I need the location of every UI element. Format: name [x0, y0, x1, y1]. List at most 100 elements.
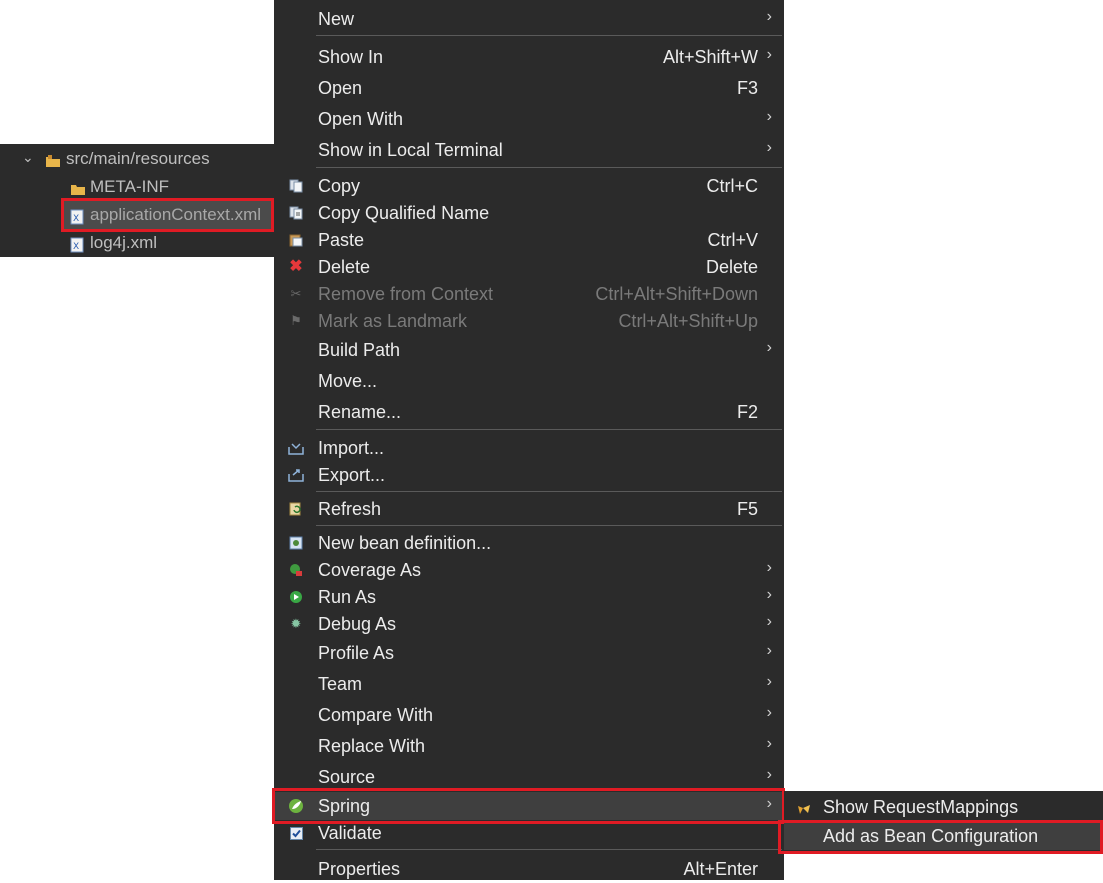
menu-item-accelerator: Alt+Shift+W [662, 47, 758, 67]
annotation-box-add-bean-config [778, 820, 1103, 854]
menu-item-accelerator: Ctrl+Alt+Shift+Up [618, 311, 758, 331]
menu-item-open[interactable]: Open F3 [274, 74, 784, 102]
menu-item-move[interactable]: Move... [274, 367, 784, 395]
menu-item-label: Open [318, 78, 363, 98]
folder-icon [70, 179, 85, 195]
chevron-right-icon: › [766, 46, 772, 63]
run-icon [288, 589, 304, 605]
menu-item-label: Mark as Landmark [318, 311, 468, 331]
menu-item-label: Import... [318, 438, 385, 458]
xml-file-icon: X [70, 235, 84, 253]
menu-item-label: Compare With [318, 705, 434, 725]
menu-item-accelerator: Ctrl+C [706, 176, 758, 196]
tree-item-meta-inf[interactable]: META-INF [0, 174, 274, 200]
chevron-right-icon: › [766, 613, 772, 630]
menu-item-coverage-as[interactable]: Coverage As › [274, 556, 784, 584]
copy-qualified-name-icon [288, 205, 304, 221]
refresh-icon [288, 501, 304, 517]
delete-icon: ✖ [289, 258, 303, 275]
chevron-right-icon: › [766, 586, 772, 603]
menu-item-label: Copy Qualified Name [318, 203, 490, 223]
menu-item-import[interactable]: Import... [274, 434, 784, 462]
annotation-box-selected-file [61, 198, 274, 232]
menu-item-compare-with[interactable]: Compare With › [274, 701, 784, 729]
menu-item-source[interactable]: Source › [274, 763, 784, 791]
validate-icon [288, 825, 304, 841]
menu-item-show-in-local-terminal[interactable]: Show in Local Terminal › [274, 136, 784, 164]
menu-separator [316, 429, 782, 430]
menu-item-accelerator: F2 [736, 402, 758, 422]
chevron-down-icon[interactable]: ⌄ [22, 144, 34, 170]
copy-icon [288, 178, 304, 194]
menu-item-team[interactable]: Team › [274, 670, 784, 698]
context-menu: New › Show In Alt+Shift+W › Open F3 Open Wit… [274, 0, 784, 880]
menu-item-accelerator: Ctrl+V [707, 230, 758, 250]
paste-icon [288, 232, 304, 248]
menu-item-new-bean-definition[interactable]: New bean definition... [274, 529, 784, 557]
menu-item-accelerator: Alt+Enter [683, 859, 758, 879]
menu-item-label: Refresh [318, 499, 382, 519]
menu-item-label: Paste [318, 230, 365, 250]
chevron-right-icon: › [766, 108, 772, 125]
submenu-item-show-requestmappings[interactable]: Show RequestMappings [784, 793, 1103, 821]
tree-item-label: log4j.xml [90, 233, 158, 252]
import-icon [288, 440, 304, 456]
chevron-right-icon: › [766, 8, 772, 25]
menu-item-label: New bean definition... [318, 533, 492, 553]
bean-definition-icon [288, 535, 304, 551]
tree-item-src-main-resources[interactable]: ⌄ src/main/resources [0, 146, 274, 172]
menu-item-rename[interactable]: Rename... F2 [274, 398, 784, 426]
menu-item-label: New [318, 9, 355, 29]
coverage-icon [288, 562, 304, 578]
package-folder-icon [45, 151, 60, 167]
chevron-right-icon: › [766, 339, 772, 356]
menu-item-copy[interactable]: Copy Ctrl+C [274, 172, 784, 200]
menu-item-label: Delete [318, 257, 371, 277]
menu-item-label: Show in Local Terminal [318, 140, 503, 160]
menu-item-label: Rename... [318, 402, 402, 422]
menu-item-label: Export... [318, 465, 386, 485]
menu-item-copy-qualified-name[interactable]: Copy Qualified Name [274, 199, 784, 227]
menu-item-run-as[interactable]: Run As › [274, 583, 784, 611]
menu-item-export[interactable]: Export... [274, 461, 784, 489]
menu-item-paste[interactable]: Paste Ctrl+V [274, 226, 784, 254]
menu-item-label: Profile As [318, 643, 395, 663]
menu-separator [316, 849, 782, 850]
chevron-right-icon: › [766, 735, 772, 752]
menu-item-delete[interactable]: ✖ Delete Delete [274, 253, 784, 281]
debug-icon: ✹ [290, 616, 302, 631]
chevron-right-icon: › [766, 673, 772, 690]
menu-item-label: Run As [318, 587, 377, 607]
menu-item-label: Copy [318, 176, 361, 196]
menu-item-profile-as[interactable]: Profile As › [274, 639, 784, 667]
menu-item-accelerator: F5 [736, 499, 758, 519]
menu-item-show-in[interactable]: Show In Alt+Shift+W › [274, 43, 784, 71]
landmark-icon: ⚑ [290, 313, 302, 328]
menu-item-accelerator: Delete [705, 257, 758, 277]
menu-item-label: Move... [318, 371, 378, 391]
menu-item-properties[interactable]: Properties Alt+Enter [274, 855, 784, 883]
menu-separator [316, 525, 782, 526]
annotation-box-spring [272, 788, 785, 824]
chevron-right-icon: › [766, 704, 772, 721]
menu-item-debug-as[interactable]: ✹ Debug As › [274, 610, 784, 638]
menu-item-refresh[interactable]: Refresh F5 [274, 495, 784, 523]
menu-item-label: Coverage As [318, 560, 422, 580]
menu-item-label: Properties [318, 859, 401, 879]
menu-item-label: Team [318, 674, 363, 694]
menu-item-build-path[interactable]: Build Path › [274, 336, 784, 364]
chevron-right-icon: › [766, 559, 772, 576]
menu-item-remove-from-context: ✂ Remove from Context Ctrl+Alt+Shift+Down [274, 280, 784, 308]
tree-item-label: src/main/resources [66, 149, 210, 168]
tree-item-log4j-xml[interactable]: X log4j.xml [0, 230, 274, 256]
menu-item-accelerator: F3 [736, 78, 758, 98]
svg-text:X: X [73, 242, 79, 252]
menu-item-replace-with[interactable]: Replace With › [274, 732, 784, 760]
menu-item-new[interactable]: New › [274, 5, 784, 33]
menu-separator [316, 167, 782, 168]
menu-item-label: Source [318, 767, 376, 787]
menu-separator [316, 491, 782, 492]
tree-item-label: META-INF [90, 177, 170, 196]
remove-context-icon: ✂ [290, 286, 302, 301]
menu-item-open-with[interactable]: Open With › [274, 105, 784, 133]
